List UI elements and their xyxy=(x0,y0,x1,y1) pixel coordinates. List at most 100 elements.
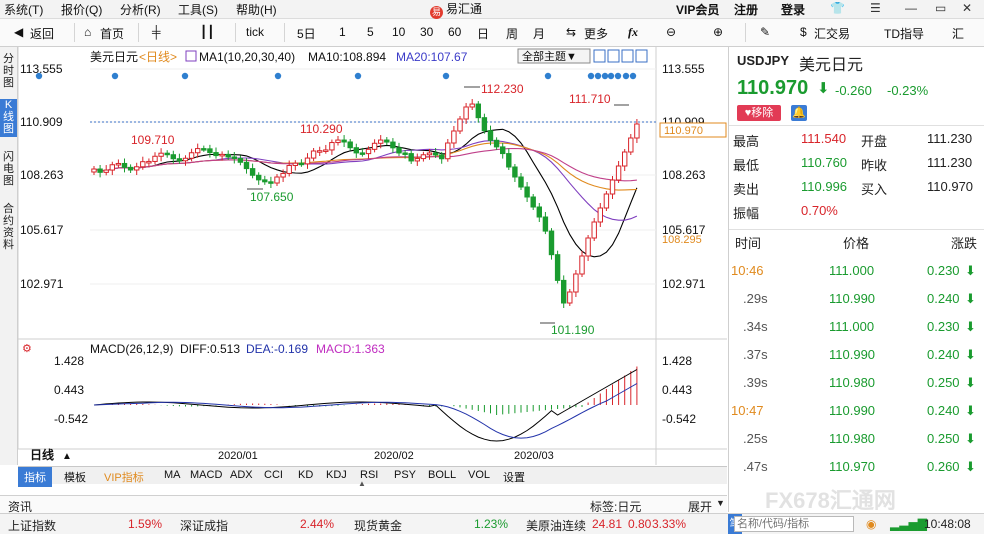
event-marker[interactable] xyxy=(354,72,362,80)
macd-settings-icon[interactable]: ⚙ xyxy=(22,343,32,355)
tab-vol[interactable]: VOL xyxy=(468,469,490,481)
event-marker[interactable] xyxy=(629,72,637,80)
tab-kd[interactable]: KD xyxy=(298,469,313,481)
maximize-icon[interactable]: ▭ xyxy=(935,1,946,15)
notification-icon[interactable]: ◉ xyxy=(866,517,876,531)
status-oil[interactable]: 美原油连续 xyxy=(526,517,586,534)
tool-icon[interactable] xyxy=(635,49,648,63)
period-day[interactable]: 日 xyxy=(477,25,489,42)
tab-adx[interactable]: ADX xyxy=(230,469,253,481)
candle-body xyxy=(518,176,524,188)
home-icon[interactable]: ⌂ xyxy=(84,25,91,39)
tab-cci[interactable]: CCI xyxy=(264,469,283,481)
minimize-icon[interactable]: — xyxy=(905,1,917,15)
zoom-out-icon[interactable]: ⊖ xyxy=(666,25,676,39)
collapse-icon[interactable]: ▲ xyxy=(358,479,366,488)
candle-body xyxy=(591,221,597,239)
day-line-tab[interactable]: 日线 xyxy=(30,447,54,462)
draw-icon[interactable]: ✎ xyxy=(760,25,770,39)
period-5min[interactable]: 5 xyxy=(367,25,374,39)
ma-price-tag: 108.295 xyxy=(662,234,702,246)
tab-kdj[interactable]: KDJ xyxy=(326,469,347,481)
event-marker[interactable] xyxy=(601,72,609,80)
tool-icon[interactable] xyxy=(593,49,606,63)
period-1min[interactable]: 1 xyxy=(339,25,346,39)
kline-chart[interactable]: 美元日元 <日线> MA1(10,20,30,40) MA10:108.894 … xyxy=(18,47,727,465)
candles-icon[interactable]: ┃┃ xyxy=(200,25,214,39)
status-sz-index[interactable]: 深证成指 xyxy=(180,517,228,534)
tab-flash[interactable]: 闪电图 xyxy=(0,151,17,187)
menu-analysis[interactable]: 分析(R) xyxy=(120,1,161,18)
tab-psy[interactable]: PSY xyxy=(394,469,416,481)
skin-icon[interactable]: 👕 xyxy=(830,1,845,15)
period-week[interactable]: 周 xyxy=(506,25,518,42)
event-marker[interactable] xyxy=(35,72,43,80)
status-time: 10:48:08 xyxy=(924,517,971,531)
register-link[interactable]: 注册 xyxy=(734,1,758,18)
menu-tools[interactable]: 工具(S) xyxy=(178,1,218,18)
alert-bell-icon[interactable]: 🔔 xyxy=(791,105,807,121)
status-gold[interactable]: 现货黄金 xyxy=(354,517,402,534)
event-marker[interactable] xyxy=(614,72,622,80)
period-month[interactable]: 月 xyxy=(533,25,545,42)
day-line-up-icon[interactable]: ▲ xyxy=(62,451,72,462)
event-marker[interactable] xyxy=(111,72,119,80)
remove-button[interactable]: ♥移除 xyxy=(737,105,781,121)
tab-settings[interactable]: 设置 xyxy=(503,469,525,485)
tab-ma[interactable]: MA xyxy=(164,469,181,481)
td-button[interactable]: TD指导 xyxy=(884,25,924,42)
tab-contract[interactable]: 合约资料 xyxy=(0,203,17,253)
event-marker[interactable] xyxy=(544,72,552,80)
login-link[interactable]: 登录 xyxy=(781,1,805,18)
period-60min[interactable]: 60 xyxy=(448,25,461,39)
candle-body xyxy=(402,152,408,155)
event-marker[interactable] xyxy=(181,72,189,80)
tab-indicator[interactable]: 指标 xyxy=(18,467,52,487)
kline-icon[interactable]: ╪ xyxy=(152,25,161,39)
search-input[interactable] xyxy=(734,516,854,532)
expand-icon[interactable]: ▼ xyxy=(716,498,725,508)
menu-icon[interactable]: ☰ xyxy=(870,1,881,15)
status-sz-index-value: 2.44% xyxy=(300,517,335,531)
status-sh-index[interactable]: 上证指数 xyxy=(8,517,56,534)
event-marker[interactable] xyxy=(274,72,282,80)
event-marker[interactable] xyxy=(442,72,450,80)
menu-system[interactable]: 系统(T) xyxy=(4,1,43,18)
tab-macd[interactable]: MACD xyxy=(190,469,222,481)
back-arrow-icon[interactable]: ◀ xyxy=(14,25,23,39)
tab-boll[interactable]: BOLL xyxy=(428,469,456,481)
period-5day[interactable]: 5日 xyxy=(297,25,316,42)
event-marker[interactable] xyxy=(594,72,602,80)
event-marker[interactable] xyxy=(622,72,630,80)
exchange-button[interactable]: 汇交易 xyxy=(814,25,850,42)
candle-body xyxy=(274,176,280,184)
menu-quote[interactable]: 报价(Q) xyxy=(61,1,102,18)
period-10min[interactable]: 10 xyxy=(392,25,405,39)
back-button[interactable]: 返回 xyxy=(30,25,54,42)
zoom-in-icon[interactable]: ⊕ xyxy=(713,25,723,39)
tab-vip-indicator[interactable]: VIP指标 xyxy=(104,469,144,485)
annotation-109710: 109.710 xyxy=(131,133,175,147)
macd-tick-label-left: -0.542 xyxy=(54,412,88,426)
vip-link[interactable]: VIP会员 xyxy=(676,1,719,18)
more-icon[interactable]: ⇆ xyxy=(566,25,576,39)
menu-help[interactable]: 帮助(H) xyxy=(236,1,277,18)
tool-icon[interactable] xyxy=(607,49,620,63)
tick-button[interactable]: tick xyxy=(246,25,264,39)
event-marker[interactable] xyxy=(587,72,595,80)
event-marker[interactable] xyxy=(607,72,615,80)
more-button[interactable]: 更多 xyxy=(584,25,608,42)
close-icon[interactable]: ✕ xyxy=(962,1,972,15)
formula-icon[interactable]: fx xyxy=(628,25,638,40)
tick-time: 10:47 xyxy=(731,403,764,418)
tab-timeshare[interactable]: 分时图 xyxy=(0,53,17,89)
exchange-icon[interactable]: $ xyxy=(800,25,807,39)
exchange-right-button[interactable]: 汇 xyxy=(952,25,964,42)
home-button[interactable]: 首页 xyxy=(100,25,124,42)
tool-icon[interactable] xyxy=(621,49,634,63)
tab-template[interactable]: 模板 xyxy=(64,469,86,485)
ma20-value: MA20:107.67 xyxy=(396,50,468,64)
tab-kline[interactable]: K线图 xyxy=(0,99,17,137)
period-30min[interactable]: 30 xyxy=(420,25,433,39)
tick-price: 111.000 xyxy=(829,263,875,278)
